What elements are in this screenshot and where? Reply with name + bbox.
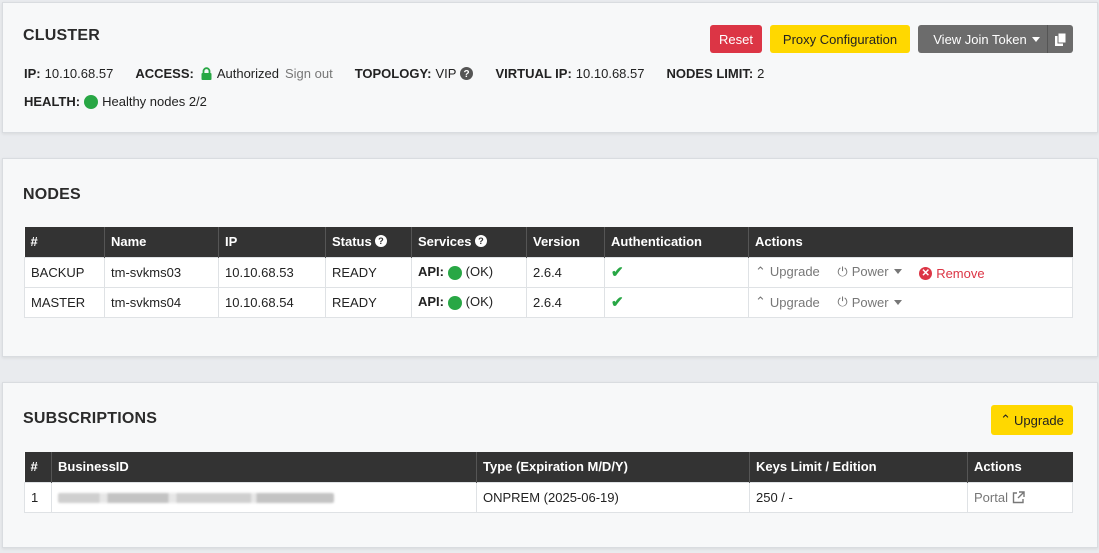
subscription-num: 1 <box>24 481 52 513</box>
subscription-type: ONPREM (2025-06-19) <box>476 481 750 513</box>
close-circle-icon: ✕ <box>919 266 933 280</box>
col-num: # <box>24 227 105 257</box>
node-actions: ⌃ Upgrade ⏻ Power ✕ Remove <box>748 256 1073 288</box>
chevron-down-icon <box>1031 36 1040 42</box>
redacted-business-id <box>58 493 334 504</box>
access-label: ACCESS: <box>135 66 194 81</box>
view-join-token-button[interactable]: View Join Token <box>918 25 1055 53</box>
double-chevron-up-icon: ⌃ <box>755 294 766 309</box>
svg-text:?: ? <box>478 236 484 246</box>
nodes-limit-label: NODES LIMIT: <box>666 66 754 81</box>
node-status: READY <box>325 256 412 288</box>
node-ip: 10.10.68.54 <box>218 286 326 318</box>
node-version: 2.6.4 <box>526 286 605 318</box>
col-version: Version <box>526 227 605 257</box>
nodes-limit-value: 2 <box>757 66 765 81</box>
table-row: BACKUP tm-svkms03 10.10.68.53 READY API:… <box>24 256 1073 288</box>
portal-link[interactable]: Portal <box>974 490 1025 505</box>
nodes-title: NODES <box>23 186 81 203</box>
keys-limit: 250 / - <box>749 481 968 513</box>
node-role: BACKUP <box>24 256 105 288</box>
col-ip: IP <box>218 227 326 257</box>
node-name: tm-svkms03 <box>104 256 219 288</box>
virtual-ip-label: VIRTUAL IP: <box>495 66 572 81</box>
copy-token-button[interactable] <box>1047 25 1073 53</box>
node-version: 2.6.4 <box>526 256 605 288</box>
help-icon[interactable]: ? <box>475 235 488 248</box>
node-name: tm-svkms04 <box>104 286 219 318</box>
health-value: Healthy nodes 2/2 <box>102 94 207 109</box>
upgrade-button[interactable]: ⌃ Upgrade <box>755 264 820 280</box>
sign-out-link[interactable]: Sign out <box>285 66 333 81</box>
copy-icon <box>1054 32 1066 46</box>
status-ok-icon <box>447 295 462 310</box>
nodes-table: # Name IP Status ? Services ? Version Au… <box>24 227 1073 318</box>
help-icon[interactable]: ? <box>375 235 388 248</box>
svg-text:?: ? <box>379 236 385 246</box>
help-icon[interactable]: ? <box>460 67 474 80</box>
cluster-title: CLUSTER <box>23 27 100 44</box>
proxy-configuration-button[interactable]: Proxy Configuration <box>770 25 910 53</box>
external-link-icon <box>1012 490 1025 503</box>
lock-icon <box>201 67 212 80</box>
node-authentication: ✔ <box>604 286 749 318</box>
subscriptions-table: # BusinessID Type (Expiration M/D/Y) Key… <box>24 452 1073 513</box>
status-ok-icon <box>447 265 462 280</box>
power-button[interactable]: ⏻ Power <box>837 263 902 280</box>
node-services: API: (OK) <box>411 286 527 318</box>
ip-label: IP: <box>24 66 41 81</box>
col-num: # <box>24 452 52 482</box>
double-chevron-up-icon: ⌃ <box>755 263 766 279</box>
topology-label: TOPOLOGY: <box>354 66 432 81</box>
reset-button[interactable]: Reset <box>710 25 762 53</box>
upgrade-button[interactable]: ⌃ Upgrade <box>755 294 820 310</box>
health-label: HEALTH: <box>24 94 81 109</box>
subscriptions-title: SUBSCRIPTIONS <box>23 410 158 427</box>
power-button[interactable]: ⏻ Power <box>837 294 902 310</box>
col-services: Services ? <box>411 227 527 257</box>
col-actions: Actions <box>967 452 1073 482</box>
view-join-token-label: View Join Token <box>933 31 1027 47</box>
col-name: Name <box>104 227 219 257</box>
node-status: READY <box>325 286 412 318</box>
col-business-id: BusinessID <box>51 452 477 482</box>
access-value: Authorized <box>216 66 279 81</box>
health-row: HEALTH: Healthy nodes 2/2 <box>24 94 207 109</box>
svg-text:?: ? <box>464 69 470 80</box>
col-type: Type (Expiration M/D/Y) <box>476 452 750 482</box>
col-keys-limit: Keys Limit / Edition <box>749 452 968 482</box>
remove-button[interactable]: ✕ Remove <box>919 266 985 281</box>
table-row: MASTER tm-svkms04 10.10.68.54 READY API:… <box>24 286 1073 318</box>
table-row: 1 ONPREM (2025-06-19) 250 / - Portal <box>24 481 1073 513</box>
node-authentication: ✔ <box>604 256 749 288</box>
ip-value: 10.10.68.57 <box>44 66 114 81</box>
virtual-ip-value: 10.10.68.57 <box>575 66 645 81</box>
node-ip: 10.10.68.53 <box>218 256 326 288</box>
subscription-upgrade-button[interactable]: ⌃ Upgrade <box>991 405 1073 435</box>
topology-value: VIP <box>435 66 457 81</box>
col-status: Status ? <box>325 227 412 257</box>
col-actions: Actions <box>748 227 1073 257</box>
chevron-down-icon <box>893 269 902 274</box>
subscription-actions: Portal <box>967 481 1073 513</box>
double-chevron-up-icon: ⌃ <box>1000 412 1012 427</box>
power-icon: ⏻ <box>837 263 848 279</box>
checkmark-icon: ✔ <box>611 264 624 281</box>
status-ok-icon <box>84 94 99 109</box>
chevron-down-icon <box>893 299 902 305</box>
col-authentication: Authentication <box>604 227 749 257</box>
power-icon: ⏻ <box>837 294 848 309</box>
node-actions: ⌃ Upgrade ⏻ Power <box>748 286 1073 318</box>
checkmark-icon: ✔ <box>611 294 624 311</box>
cluster-info-row: IP: 10.10.68.57 ACCESS: Authorized Sign … <box>24 66 764 81</box>
node-role: MASTER <box>24 286 105 318</box>
business-id <box>51 481 477 513</box>
node-services: API: (OK) <box>411 256 527 288</box>
